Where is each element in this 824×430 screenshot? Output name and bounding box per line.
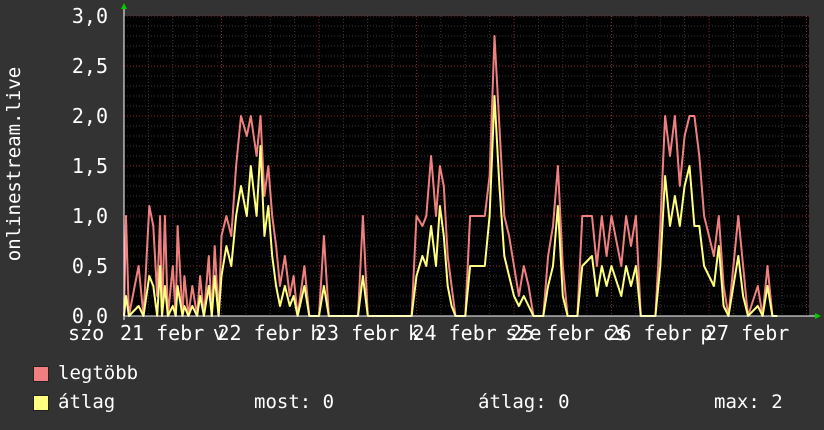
y-tick-label: 1,0 bbox=[72, 204, 108, 228]
y-axis-title: onlinestream.live bbox=[3, 67, 25, 261]
x-tick-label: szo bbox=[68, 321, 104, 345]
x-tick-label: 22 febr bbox=[218, 321, 302, 345]
traffic-chart: 0,00,51,01,52,02,53,0szo 21 febr v22 febr h… bbox=[3, 3, 821, 345]
y-tick-label: 2,0 bbox=[72, 104, 108, 128]
y-axis-arrow bbox=[121, 3, 127, 9]
x-tick-label: 27 febr bbox=[705, 321, 789, 345]
x-tick-label: 23 febr bbox=[315, 321, 399, 345]
y-tick-label: 1,5 bbox=[72, 154, 108, 178]
x-axis-arrow bbox=[815, 313, 821, 319]
x-tick-label: 25 febr bbox=[510, 321, 594, 345]
x-tick-label: 21 febr bbox=[120, 321, 204, 345]
y-tick-label: 3,0 bbox=[72, 4, 108, 28]
y-tick-label: 2,5 bbox=[72, 54, 108, 78]
x-tick-label: 26 febr bbox=[608, 321, 692, 345]
x-tick-label: 24 febr bbox=[413, 321, 497, 345]
y-tick-label: 0,5 bbox=[72, 254, 108, 278]
